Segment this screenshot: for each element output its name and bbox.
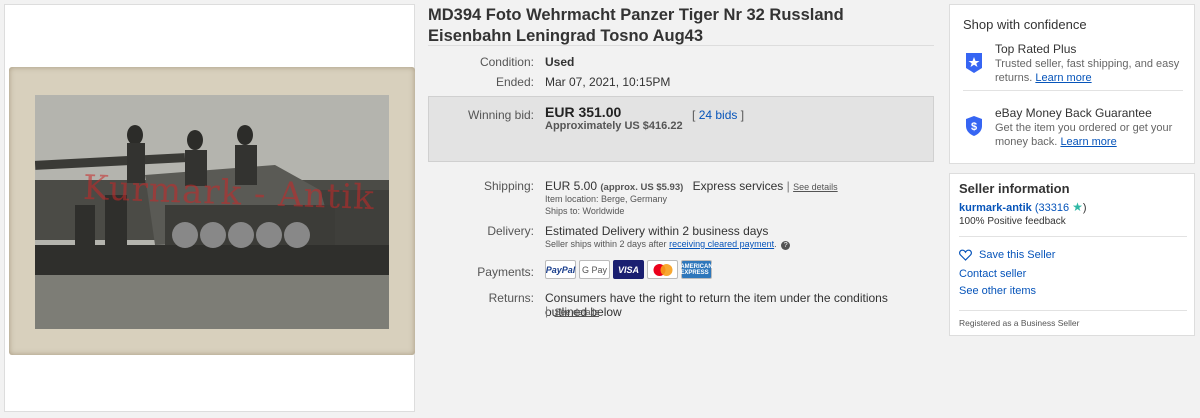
shipping-label: Shipping: — [483, 179, 534, 193]
payment-methods: PayPal G Pay VISA AMERICAN EXPRESS — [545, 260, 713, 279]
top-rated-badge-icon — [966, 53, 982, 73]
seller-info-title: Seller information — [959, 181, 1070, 196]
shipping-approx: (approx. US $5.93) — [600, 182, 684, 193]
save-seller-label: Save this Seller — [979, 249, 1056, 261]
mastercard-badge — [647, 260, 678, 279]
bids-count: [ 24 bids ] — [692, 108, 744, 122]
google-pay-badge: G Pay — [579, 260, 610, 279]
heart-icon — [959, 249, 972, 261]
mastercard-icon — [653, 263, 672, 276]
returns-label: Returns: — [488, 291, 534, 305]
seller-positive-feedback: 100% Positive feedback — [959, 216, 1066, 227]
returns-details-line: | See details — [545, 304, 599, 318]
condition-value: Used — [545, 55, 575, 69]
svg-text:$: $ — [971, 121, 977, 133]
winning-bid-price: EUR 351.00 — [545, 104, 622, 120]
shipping-details-link[interactable]: See details — [793, 182, 838, 192]
ships-to: Ships to: Worldwide — [545, 206, 625, 216]
item-image-panel: Kurmark - Antik — [4, 4, 415, 412]
shop-with-confidence-panel: Shop with confidence Top Rated Plus Trus… — [949, 4, 1195, 164]
winning-bid-approx: Approximately US $416.22 — [545, 120, 683, 132]
visa-badge: VISA — [613, 260, 644, 279]
delivery-note-prefix: Seller ships within 2 days after — [545, 239, 667, 249]
delivery-note: Seller ships within 2 days after receivi… — [545, 239, 791, 250]
photo-scene: Kurmark - Antik — [35, 95, 389, 329]
returns-separator: | — [545, 304, 549, 318]
seller-divider — [959, 236, 1187, 237]
info-icon[interactable]: ? — [781, 241, 791, 250]
delivery-value: Estimated Delivery within 2 business day… — [545, 224, 769, 238]
shipping-service: Express services — [692, 179, 784, 193]
seller-divider-bottom — [959, 310, 1187, 311]
money-back-text: Get the item you ordered or get your mon… — [995, 122, 1185, 149]
shipping-cost-line: EUR 5.00 (approx. US $5.93) Express serv… — [545, 179, 838, 193]
winning-bid-label: Winning bid: — [467, 108, 534, 122]
item-location: Item location: Berge, Germany — [545, 194, 668, 204]
returns-value: Consumers have the right to return the i… — [545, 291, 888, 319]
confidence-title: Shop with confidence — [963, 17, 1087, 32]
top-rated-title: Top Rated Plus — [995, 42, 1077, 56]
returns-details-link[interactable]: See details — [554, 307, 599, 317]
delivery-note-suffix: . — [774, 239, 777, 249]
ended-value: Mar 07, 2021, 10:15PM — [545, 75, 671, 89]
seller-information-panel: Seller information kurmark-antik (33316 … — [949, 173, 1195, 336]
money-back-shield-icon: $ — [966, 116, 982, 136]
seller-name-line: kurmark-antik (33316 ★) — [959, 200, 1087, 214]
seller-score-close: ) — [1082, 202, 1087, 214]
ended-label: Ended: — [495, 75, 534, 89]
see-other-items-link[interactable]: See other items — [959, 285, 1036, 297]
feedback-star-icon: ★ — [1072, 200, 1083, 214]
listing-title: MD394 Foto Wehrmacht Panzer Tiger Nr 32 … — [428, 6, 844, 45]
paypal-badge: PayPal — [545, 260, 576, 279]
confidence-divider — [963, 90, 1183, 91]
payments-label: Payments: — [477, 265, 534, 279]
amex-badge: AMERICAN EXPRESS — [680, 260, 713, 279]
business-seller-note: Registered as a Business Seller — [959, 318, 1080, 328]
title-divider — [428, 45, 934, 46]
top-rated-learn-more[interactable]: Learn more — [1035, 72, 1091, 84]
delivery-label: Delivery: — [487, 224, 534, 238]
bids-link[interactable]: 24 bids — [699, 108, 738, 122]
shipping-separator: | — [786, 179, 790, 193]
contact-seller-link[interactable]: Contact seller — [959, 268, 1026, 280]
shipping-cost: EUR 5.00 — [545, 179, 598, 193]
bids-bracket-close: ] — [740, 108, 745, 122]
save-seller-link[interactable]: Save this Seller — [959, 249, 1055, 261]
top-rated-text: Trusted seller, fast shipping, and easy … — [995, 58, 1185, 85]
money-back-title: eBay Money Back Guarantee — [995, 106, 1152, 120]
cleared-payment-link[interactable]: receiving cleared payment — [669, 239, 774, 249]
bids-bracket-open: [ — [692, 108, 696, 122]
item-photo[interactable]: Kurmark - Antik — [9, 67, 415, 355]
money-back-learn-more[interactable]: Learn more — [1060, 136, 1116, 148]
seller-name-link[interactable]: kurmark-antik — [959, 202, 1032, 214]
condition-label: Condition: — [479, 55, 534, 69]
seller-feedback-score[interactable]: (33316 — [1035, 202, 1069, 214]
